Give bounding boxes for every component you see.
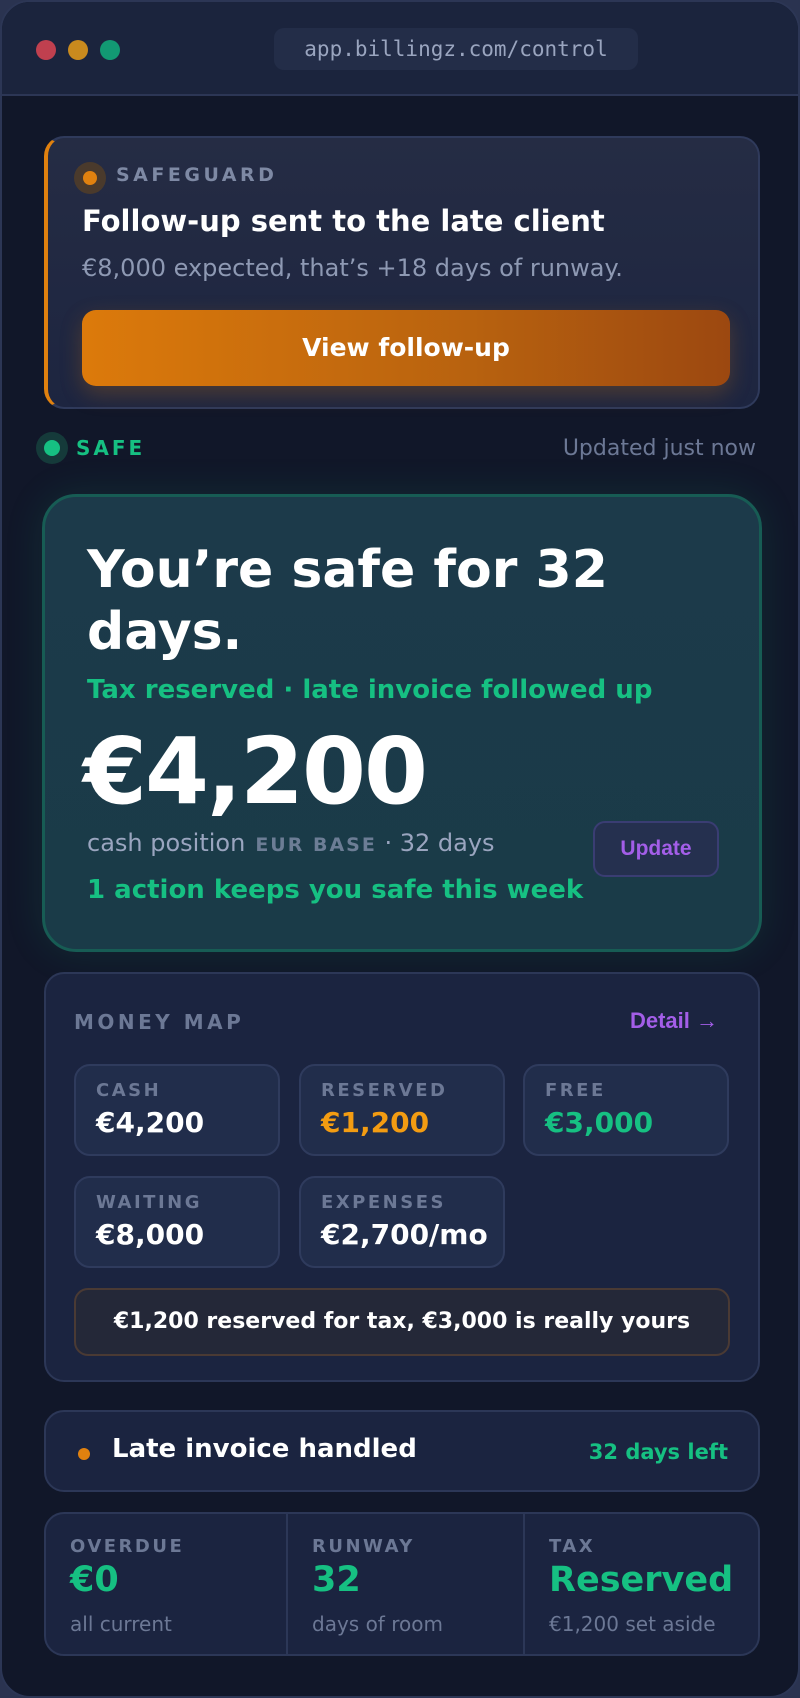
tile-free: FREE €3,000	[523, 1064, 729, 1156]
app-window: app.billingz.com/control SAFEGUARD Follo…	[0, 0, 800, 1698]
browser-titlebar: app.billingz.com/control	[2, 2, 798, 96]
tile-label: EXPENSES	[321, 1192, 446, 1213]
days-text: · 32 days	[384, 829, 495, 857]
safety-summary-card: You’re safe for 32 days. Tax reserved · …	[42, 494, 762, 952]
updated-timestamp: Updated just now	[562, 436, 756, 461]
view-follow-up-button[interactable]: View follow-up	[82, 310, 730, 386]
tile-cash: CASH €4,200	[74, 1064, 280, 1156]
tile-label: CASH	[96, 1080, 162, 1101]
tile-value: €8,000	[96, 1218, 205, 1251]
stat-runway: RUNWAY 32 days of room	[286, 1514, 523, 1654]
maximize-dot-icon[interactable]	[100, 40, 120, 60]
close-dot-icon[interactable]	[36, 40, 56, 60]
tax-reserve-note: €1,200 reserved for tax, €3,000 is reall…	[74, 1288, 730, 1356]
days-left-badge: 32 days left	[588, 1440, 728, 1464]
stat-label: OVERDUE	[70, 1536, 185, 1557]
safeguard-label: SAFEGUARD	[116, 164, 278, 186]
tile-waiting: WAITING €8,000	[74, 1176, 280, 1268]
stat-sub: days of room	[312, 1612, 443, 1636]
status-label: SAFE	[76, 436, 146, 460]
status-dot-icon	[36, 432, 68, 464]
safeguard-subtitle: €8,000 expected, that’s +18 days of runw…	[82, 254, 623, 282]
safeguard-card: SAFEGUARD Follow-up sent to the late cli…	[44, 136, 760, 409]
late-invoice-row[interactable]: Late invoice handled 32 days left	[44, 1410, 760, 1492]
stat-tax: TAX Reserved €1,200 set aside	[523, 1514, 758, 1654]
stat-sub: all current	[70, 1612, 172, 1636]
minimize-dot-icon[interactable]	[68, 40, 88, 60]
stat-label: TAX	[549, 1536, 596, 1557]
tile-value: €4,200	[96, 1106, 205, 1139]
bullet-dot-icon	[78, 1448, 90, 1460]
hero-meta: cash position EUR BASE · 32 days	[87, 829, 495, 857]
tile-value: €1,200	[321, 1106, 430, 1139]
stat-label: RUNWAY	[312, 1536, 415, 1557]
money-map-card: MONEY MAP Detail → CASH €4,200 RESERVED …	[44, 972, 760, 1382]
tile-reserved: RESERVED €1,200	[299, 1064, 505, 1156]
money-map-title: MONEY MAP	[74, 1010, 245, 1034]
action-text: 1 action keeps you safe this week	[87, 875, 584, 905]
tile-label: WAITING	[96, 1192, 202, 1213]
hero-subtitle: Tax reserved · late invoice followed up	[87, 675, 653, 705]
url-bar[interactable]: app.billingz.com/control	[274, 28, 638, 70]
stat-value: Reserved	[549, 1560, 734, 1600]
safeguard-title: Follow-up sent to the late client	[82, 204, 605, 238]
stat-overdue: OVERDUE €0 all current	[46, 1514, 286, 1654]
tile-value: €3,000	[545, 1106, 654, 1139]
cash-position-label: cash position	[87, 829, 246, 857]
stat-value: 32	[312, 1560, 361, 1600]
tile-label: RESERVED	[321, 1080, 448, 1101]
stats-strip: OVERDUE €0 all current RUNWAY 32 days of…	[44, 1512, 760, 1656]
hero-title: You’re safe for 32 days.	[87, 540, 608, 662]
currency-base-label: EUR BASE	[255, 834, 377, 856]
tile-label: FREE	[545, 1080, 606, 1101]
alert-dot-icon	[74, 162, 106, 194]
late-invoice-title: Late invoice handled	[112, 1434, 417, 1464]
update-button[interactable]: Update	[593, 821, 719, 877]
stat-value: €0	[70, 1560, 119, 1600]
cash-amount: €4,200	[83, 718, 428, 825]
tile-value: €2,700/mo	[321, 1218, 488, 1251]
tile-expenses: EXPENSES €2,700/mo	[299, 1176, 505, 1268]
stat-sub: €1,200 set aside	[549, 1612, 716, 1636]
detail-link[interactable]: Detail →	[630, 1008, 718, 1034]
